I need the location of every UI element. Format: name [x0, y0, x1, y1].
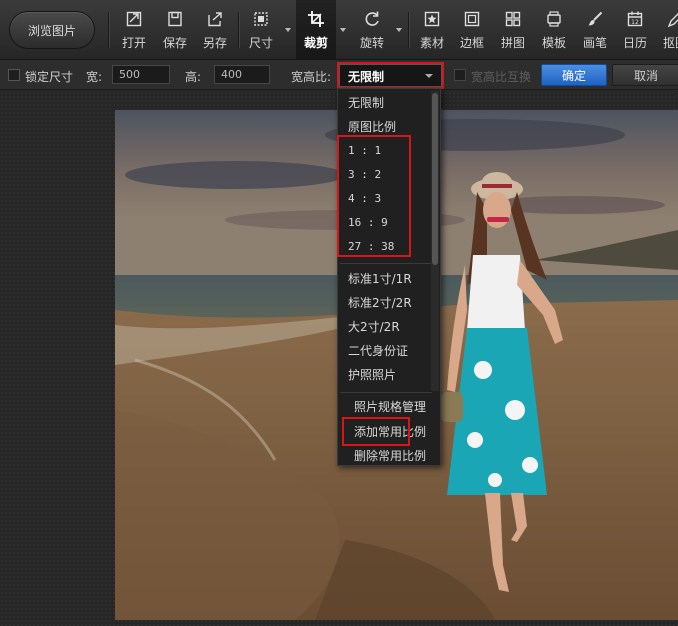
ratio-option-16-9[interactable]: 16 : 9 [338, 211, 432, 235]
brush-button[interactable]: 画笔 [576, 0, 614, 60]
save-icon [166, 10, 184, 28]
add-common-ratio-item[interactable]: 添加常用比例 [346, 420, 446, 444]
ratio-option-id-card[interactable]: 二代身份证 [338, 339, 432, 363]
sticker-label: 素材 [419, 35, 444, 50]
toolbar-separator [408, 12, 409, 48]
template-icon [545, 10, 563, 28]
ratio-option-original[interactable]: 原图比例 [338, 115, 432, 139]
lock-size-checkbox[interactable] [8, 69, 20, 81]
save-button[interactable]: 保存 [155, 0, 195, 60]
chevron-down-icon [425, 74, 433, 78]
ratio-option-1-1[interactable]: 1 : 1 [338, 139, 432, 163]
lock-size-label: 锁定尺寸 [25, 70, 74, 84]
save-as-button[interactable]: 另存 [195, 0, 235, 60]
aspect-ratio-value: 无限制 [348, 70, 385, 84]
browse-images-button[interactable]: 浏览图片 [9, 11, 95, 49]
main-toolbar: 浏览图片 打开 保存 另存 尺寸 裁剪 旋转 素材 边框 拼图 模板 画笔 12… [0, 0, 678, 60]
rotate-button[interactable]: 旋转 [352, 0, 392, 60]
crop-icon [307, 10, 325, 28]
frame-label: 边框 [459, 35, 484, 50]
width-input[interactable] [112, 65, 170, 84]
save-as-icon [206, 10, 224, 28]
brush-label: 画笔 [582, 35, 607, 50]
calendar-button[interactable]: 12 日历 [616, 0, 654, 60]
sticker-icon [423, 10, 441, 28]
calendar-label: 日历 [622, 35, 647, 50]
template-label: 模板 [541, 35, 566, 50]
crop-label: 裁剪 [303, 35, 328, 50]
manage-photo-specs-item[interactable]: 照片规格管理 [346, 395, 446, 419]
rotate-icon [363, 10, 381, 28]
sticker-button[interactable]: 素材 [413, 0, 451, 60]
brush-icon [586, 10, 604, 28]
collage-icon [504, 10, 522, 28]
svg-text:12: 12 [631, 19, 639, 26]
ratio-option-large-2-inch[interactable]: 大2寸/2R [338, 315, 432, 339]
ratio-option-passport[interactable]: 护照照片 [338, 363, 432, 387]
calendar-icon: 12 [626, 10, 644, 28]
height-label: 高: [185, 70, 202, 84]
cutout-button[interactable]: 抠图 [656, 0, 678, 60]
cancel-button[interactable]: 取消 [612, 64, 678, 86]
crop-button[interactable]: 裁剪 [296, 0, 336, 60]
save-as-label: 另存 [202, 35, 227, 50]
ratio-option-1-inch[interactable]: 标准1寸/1R [338, 267, 432, 291]
swap-ratio-label: 宽高比互换 [471, 70, 532, 84]
ratio-option-unlimited[interactable]: 无限制 [338, 91, 432, 115]
resize-button[interactable]: 尺寸 [242, 0, 280, 60]
rotate-dropdown-caret-icon[interactable] [396, 28, 402, 32]
swap-ratio-checkbox[interactable] [454, 69, 466, 81]
ratio-option-4-3[interactable]: 4 : 3 [338, 187, 432, 211]
toolbar-separator [238, 12, 239, 48]
resize-dropdown-caret-icon[interactable] [285, 28, 291, 32]
height-input[interactable] [214, 65, 270, 84]
ratio-option-3-2[interactable]: 3 : 2 [338, 163, 432, 187]
frame-icon [463, 10, 481, 28]
resize-label: 尺寸 [248, 35, 273, 50]
delete-common-ratio-item[interactable]: 删除常用比例 [346, 444, 446, 468]
ratio-option-27-38[interactable]: 27 : 38 [338, 235, 432, 259]
scrollbar-thumb[interactable] [432, 93, 438, 265]
toolbar-separator [108, 12, 109, 48]
open-label: 打开 [121, 35, 146, 50]
width-label: 宽: [86, 70, 103, 84]
frame-button[interactable]: 边框 [453, 0, 491, 60]
dropdown-scrollbar[interactable] [431, 91, 439, 391]
cutout-icon [666, 10, 678, 28]
crop-dropdown-caret-icon[interactable] [340, 28, 346, 32]
menu-divider [340, 392, 432, 393]
collage-label: 拼图 [500, 35, 525, 50]
collage-button[interactable]: 拼图 [494, 0, 532, 60]
open-file-icon [125, 10, 143, 28]
confirm-button[interactable]: 确定 [541, 64, 607, 86]
template-button[interactable]: 模板 [534, 0, 574, 60]
menu-divider [340, 263, 432, 264]
cutout-label: 抠图 [662, 35, 678, 50]
ratio-option-2-inch[interactable]: 标准2寸/2R [338, 291, 432, 315]
aspect-ratio-dropdown-menu: 无限制 原图比例 1 : 1 3 : 2 4 : 3 16 : 9 27 : 3… [337, 88, 441, 466]
open-button[interactable]: 打开 [114, 0, 154, 60]
rotate-label: 旋转 [359, 35, 384, 50]
save-label: 保存 [162, 35, 187, 50]
aspect-ratio-select[interactable]: 无限制 [337, 62, 444, 89]
resize-icon [252, 10, 270, 28]
aspect-ratio-label: 宽高比: [291, 70, 332, 84]
